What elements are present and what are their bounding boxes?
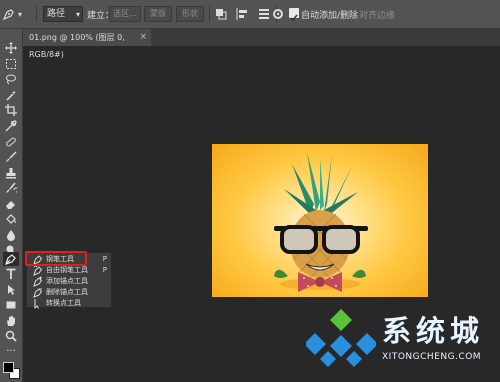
eyedropper-icon xyxy=(5,120,17,132)
close-icon[interactable]: × xyxy=(139,29,147,46)
hand-tool[interactable] xyxy=(3,314,19,328)
pen-tool-highlight-box xyxy=(25,251,87,266)
document-tab-title: 01.png @ 100% (图层 0, RGB/8#) xyxy=(29,33,125,59)
ellipsis-icon: ··· xyxy=(6,346,16,357)
flyout-item-delete-anchor[interactable]: 删除锚点工具 xyxy=(27,287,113,298)
auto-add-delete-label: 自动添加/删除 xyxy=(301,11,359,21)
freeform-pen-icon xyxy=(33,265,43,276)
make-mask-button[interactable]: 蒙版 xyxy=(144,6,172,22)
pineapple-image xyxy=(274,152,368,292)
blur-tool[interactable] xyxy=(3,228,19,242)
history-brush-tool[interactable] xyxy=(3,181,19,195)
document-tab-bar: 01.png @ 100% (图层 0, RGB/8#) × xyxy=(23,29,500,59)
flyout-item-shortcut: P xyxy=(102,266,107,274)
convert-point-icon xyxy=(34,299,39,309)
rectangle-tool[interactable] xyxy=(3,298,19,312)
make-selection-button[interactable]: 选区... xyxy=(109,6,141,22)
add-anchor-icon xyxy=(33,276,43,287)
divider xyxy=(36,6,37,22)
paint-bucket-tool[interactable] xyxy=(3,212,19,226)
zoom-icon xyxy=(5,330,17,342)
history-brush-icon xyxy=(6,182,17,193)
tool-preset-picker[interactable]: ▾ xyxy=(2,5,32,23)
pen-tool[interactable] xyxy=(3,252,19,266)
brush-icon xyxy=(6,151,17,162)
drop-icon xyxy=(7,230,15,241)
flyout-item-label: 删除锚点工具 xyxy=(46,288,88,296)
type-tool[interactable] xyxy=(3,267,19,281)
brush-tool[interactable] xyxy=(3,150,19,164)
foreground-color-swatch[interactable] xyxy=(3,362,14,373)
options-bar: ▾ 路径 建立： 选区... 蒙版 形状 自动添加/删除 对齐边缘 xyxy=(0,0,500,29)
magic-wand-tool[interactable] xyxy=(3,88,19,102)
tools-panel: ··· xyxy=(0,29,23,382)
spot-healing-tool[interactable] xyxy=(3,135,19,149)
eraser-tool[interactable] xyxy=(3,197,19,211)
move-icon xyxy=(5,42,17,54)
path-selection-tool[interactable] xyxy=(3,283,19,297)
flyout-item-shortcut: P xyxy=(102,255,107,263)
crop-tool[interactable] xyxy=(3,103,19,117)
document-canvas[interactable] xyxy=(212,144,428,297)
lasso-icon xyxy=(6,74,16,85)
watermark-logo xyxy=(304,307,378,371)
stamp-icon xyxy=(6,168,16,179)
flyout-item-convert-point[interactable]: 转换点工具 xyxy=(27,298,113,309)
marquee-tool[interactable] xyxy=(3,57,19,71)
divider xyxy=(209,6,210,22)
bandage-icon xyxy=(6,137,16,147)
flyout-item-freeform-pen[interactable]: 自由钢笔工具 P xyxy=(27,265,113,276)
more-tools[interactable]: ··· xyxy=(3,345,19,359)
zoom-tool[interactable] xyxy=(3,329,19,343)
marquee-icon xyxy=(6,59,16,69)
flyout-item-add-anchor[interactable]: 添加锚点工具 xyxy=(27,276,113,287)
checkmark-icon xyxy=(290,14,298,22)
flyout-item-label: 添加锚点工具 xyxy=(46,277,88,285)
flyout-item-label: 转换点工具 xyxy=(46,299,81,307)
pen-icon xyxy=(5,254,16,265)
type-icon xyxy=(6,268,16,279)
eraser-icon xyxy=(6,201,15,209)
crop-icon xyxy=(5,104,17,116)
diamond-logo-icon xyxy=(304,309,378,367)
path-operations-icon[interactable] xyxy=(213,6,229,22)
gear-icon[interactable] xyxy=(270,6,286,22)
color-swatches[interactable] xyxy=(3,362,20,379)
flyout-item-label: 自由钢笔工具 xyxy=(46,266,88,274)
paint-bucket-icon xyxy=(6,214,16,224)
delete-anchor-icon xyxy=(33,288,43,298)
watermark-title: 系统城 xyxy=(382,314,485,348)
auto-add-delete-checkbox[interactable] xyxy=(289,8,299,22)
move-tool[interactable] xyxy=(3,41,19,55)
magic-wand-icon xyxy=(6,90,16,101)
hand-icon xyxy=(7,315,15,326)
document-tab[interactable]: 01.png @ 100% (图层 0, RGB/8#) × xyxy=(23,29,151,59)
tool-mode-select[interactable]: 路径 xyxy=(43,6,83,22)
path-alignment-icon[interactable] xyxy=(234,6,250,22)
arrow-icon xyxy=(8,285,15,295)
align-edges-label[interactable]: 对齐边缘 xyxy=(359,8,395,21)
pen-icon xyxy=(2,9,14,21)
lasso-tool[interactable] xyxy=(3,72,19,86)
watermark-subtitle: XITONGCHENG.COM xyxy=(382,352,482,362)
chevron-down-icon: ▾ xyxy=(18,9,23,19)
eyedropper-tool[interactable] xyxy=(3,119,19,133)
clone-stamp-tool[interactable] xyxy=(3,166,19,180)
rectangle-icon xyxy=(6,301,16,309)
make-shape-button[interactable]: 形状 xyxy=(176,6,204,22)
